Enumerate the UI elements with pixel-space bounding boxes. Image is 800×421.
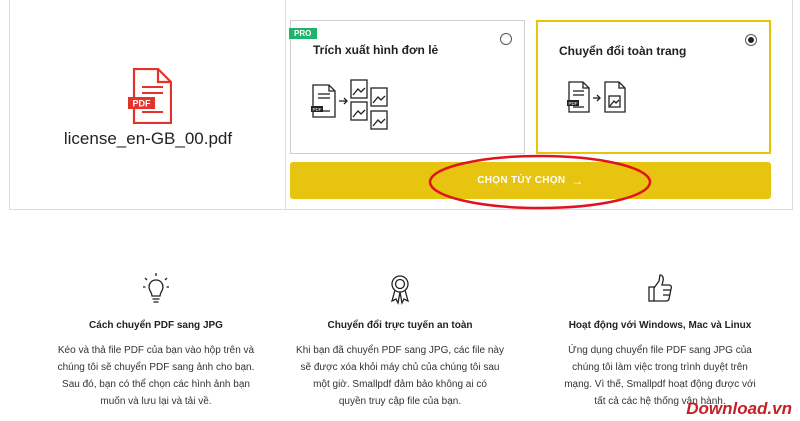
radio-button-selected[interactable] [745,34,757,46]
file-name: license_en-GB_00.pdf [63,129,233,148]
svg-text:PDF: PDF [313,107,322,112]
feature-description: Kéo và thả file PDF của bạn vào hộp trên… [41,342,271,410]
desc-line: Khi bạn đã chuyển PDF sang JPG, các file… [296,345,504,356]
feature-title: Hoạt động với Windows, Mac và Linux [568,320,752,331]
desc-line: mạng. Vì thế, Smallpdf hoạt động được vớ… [564,379,756,390]
pdf-file-icon: PDF [128,68,172,124]
feature-how-to-convert: Cách chuyển PDF sang JPG Kéo và thả file… [41,272,271,410]
thumbs-up-icon [648,274,673,302]
option-convert-full-page[interactable]: Chuyển đổi toàn trang PDF [536,20,771,154]
option-extract-single-images[interactable]: PRO Trích xuất hình đơn lẻ PDF [289,20,525,154]
pdf-to-single-image-icon: PDF [567,81,626,113]
arrow-right-icon: → [571,173,584,188]
desc-line: sẽ được xóa khỏi máy chủ của chúng tôi s… [300,362,500,373]
lightbulb-icon [143,273,169,303]
desc-line: quyền truy cập file của bạn. [338,396,462,407]
svg-text:PDF: PDF [569,101,578,106]
desc-line: chúng tôi làm việc trong trình duyệt trê… [572,362,748,373]
feature-title: Chuyển đổi trực tuyến an toàn [327,320,473,331]
radio-button[interactable] [500,33,512,45]
watermark-logo: Download.vn [686,399,792,418]
feature-secure-conversion: Chuyển đổi trực tuyến an toàn Khi bạn đã… [285,272,515,410]
feature-cross-platform: Hoạt động với Windows, Mac và Linux Ứng … [545,272,775,410]
option-title: Trích xuất hình đơn lẻ [313,43,439,57]
desc-line: muốn và lưu lại và tải về. [100,396,212,407]
desc-line: Sau đó, bạn có thể chọn các hình ảnh bạn [62,379,250,390]
desc-line: Kéo và thả file PDF của bạn vào hộp trên… [57,345,255,356]
feature-description: Khi bạn đã chuyển PDF sang JPG, các file… [285,342,515,410]
option-title: Chuyển đổi toàn trang [559,44,687,58]
desc-line: chúng tôi sẽ chuyển PDF sang ảnh cho bạn… [57,362,255,373]
pro-badge: PRO [289,28,318,39]
pdf-badge-text: PDF [133,99,152,109]
choose-option-label: CHỌN TÙY CHỌN [477,175,566,186]
file-preview: PDF license_en-GB_00.pdf [10,0,286,210]
desc-line: một giờ. Smallpdf đảm bảo không ai có [313,379,487,390]
award-ribbon-icon [390,275,410,306]
pdf-to-multiple-images-icon: PDF [311,79,388,130]
desc-line: Ứng dụng chuyển file PDF sang JPG của [568,345,752,356]
feature-title: Cách chuyển PDF sang JPG [89,320,223,331]
choose-option-button[interactable]: CHỌN TÙY CHỌN → [290,162,771,199]
